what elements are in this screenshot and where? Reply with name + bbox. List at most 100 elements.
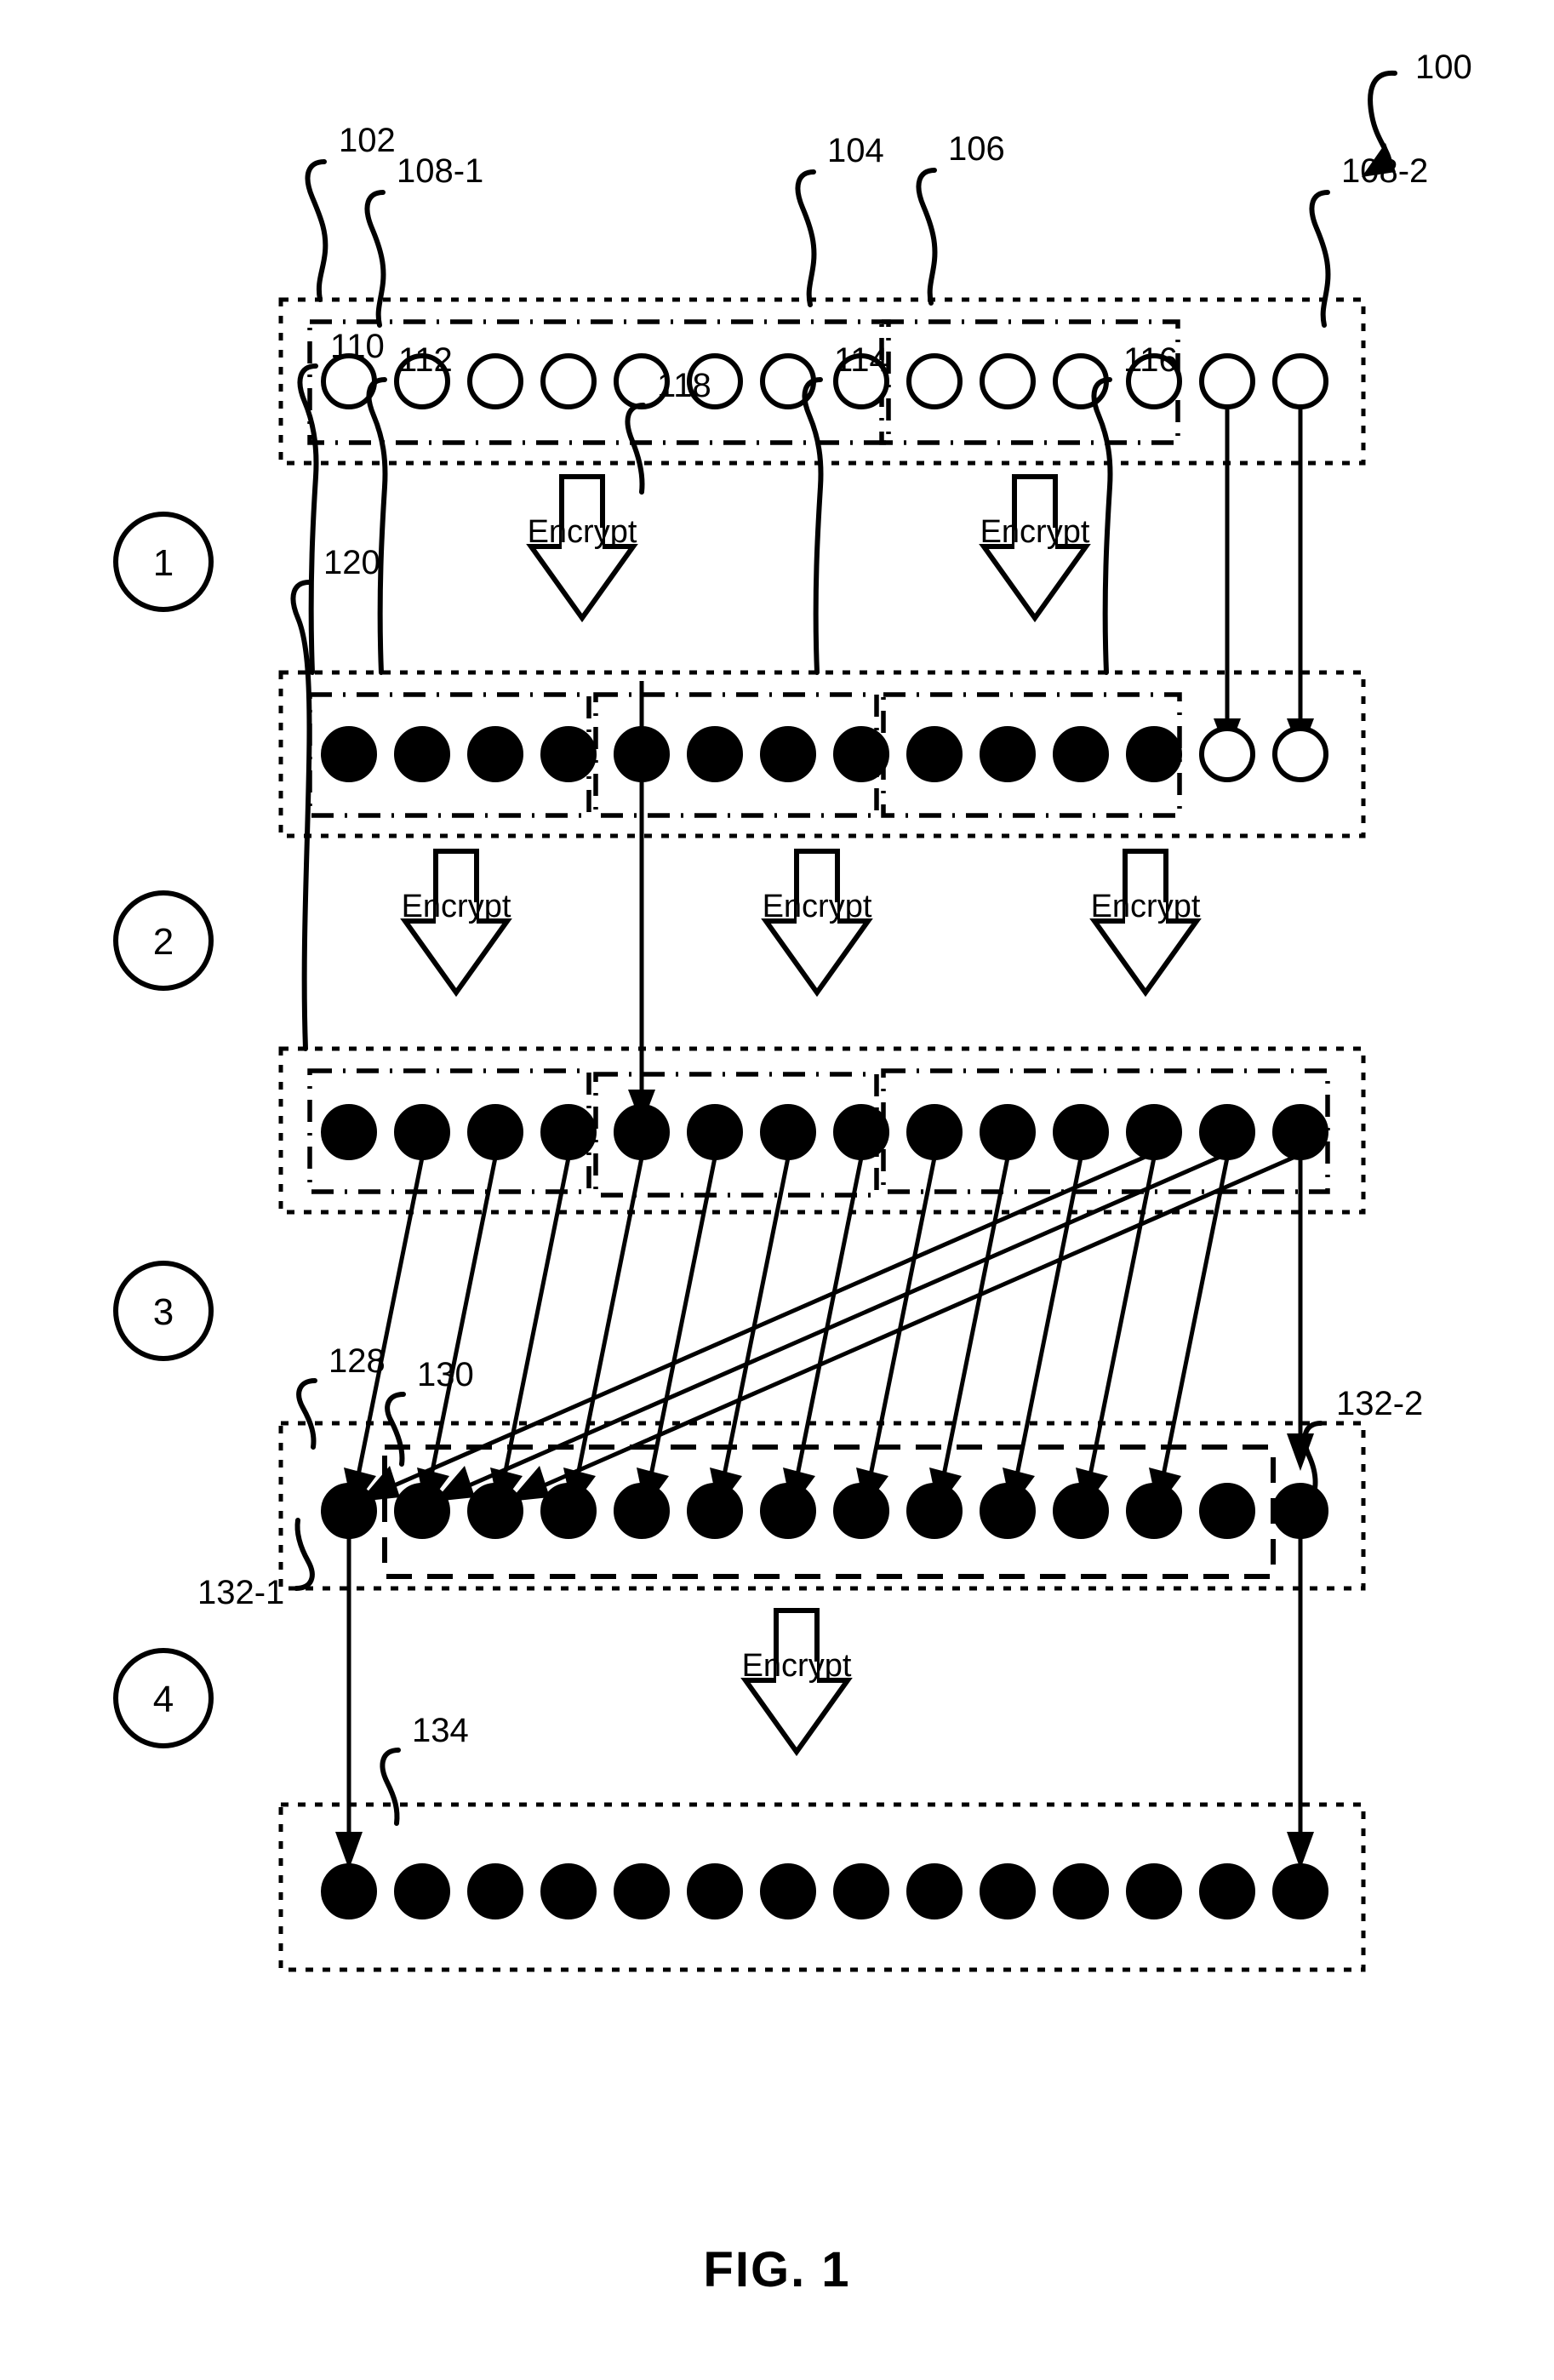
cell-stage1-1 bbox=[321, 726, 377, 782]
encrypt-arrow-1-left: Encrypt bbox=[526, 474, 638, 623]
permutation-connectors bbox=[344, 1153, 1314, 1508]
ref-label-118: 118 bbox=[657, 367, 711, 404]
cell-final-9 bbox=[906, 1863, 963, 1919]
step-marker-4: 4 bbox=[113, 1648, 214, 1748]
encrypt-arrow-2-mid: Encrypt bbox=[761, 849, 873, 998]
ref-label-120: 120 bbox=[323, 544, 380, 581]
ref-label-102: 102 bbox=[339, 122, 396, 159]
encrypt-arrow-2-right-label: Encrypt bbox=[1091, 889, 1201, 924]
ref-label-100: 100 bbox=[1415, 49, 1472, 86]
cell-permuted-13 bbox=[1199, 1483, 1255, 1539]
ref-label-134: 134 bbox=[412, 1712, 469, 1749]
cell-permuted-11 bbox=[1053, 1483, 1109, 1539]
cell-stage1-11 bbox=[1053, 726, 1109, 782]
ref-callout-104: 104 bbox=[795, 132, 884, 307]
cell-stage2-8 bbox=[833, 1104, 889, 1160]
step-label-4: 4 bbox=[153, 1679, 174, 1720]
encrypt-arrow-4-center-label: Encrypt bbox=[742, 1648, 852, 1684]
cell-final-7 bbox=[760, 1863, 816, 1919]
ref-label-110: 110 bbox=[330, 328, 385, 365]
cell-stage2-11 bbox=[1053, 1104, 1109, 1160]
cell-permuted-12 bbox=[1126, 1483, 1182, 1539]
cell-permuted-10 bbox=[980, 1483, 1036, 1539]
step-marker-1: 1 bbox=[113, 512, 214, 612]
cell-stage1-2 bbox=[394, 726, 450, 782]
ref-label-132-2: 132-2 bbox=[1336, 1385, 1423, 1422]
cell-plaintext-9 bbox=[906, 353, 963, 409]
cell-stage1-3 bbox=[467, 726, 523, 782]
cell-stage1-14 bbox=[1272, 726, 1328, 782]
cell-stage1-4 bbox=[540, 726, 597, 782]
cell-stage2-9 bbox=[906, 1104, 963, 1160]
cell-stage2-13 bbox=[1199, 1104, 1255, 1160]
cell-final-5 bbox=[614, 1863, 670, 1919]
passthrough-arrows-stage1 bbox=[1214, 407, 1314, 754]
ref-callout-120: 120 bbox=[290, 544, 380, 1051]
cell-final-2 bbox=[394, 1863, 450, 1919]
figure-canvas: 100 102 108-1 104 106 108-2 1 Encrypt En… bbox=[113, 49, 1472, 2297]
ref-label-128: 128 bbox=[329, 1342, 386, 1380]
step-label-2: 2 bbox=[153, 921, 174, 963]
cell-final-14 bbox=[1272, 1863, 1328, 1919]
cell-stage2-10 bbox=[980, 1104, 1036, 1160]
cell-permuted-6 bbox=[687, 1483, 743, 1539]
step-label-1: 1 bbox=[153, 542, 174, 584]
encrypt-arrow-2-mid-label: Encrypt bbox=[763, 889, 872, 924]
cell-final-8 bbox=[833, 1863, 889, 1919]
cell-final-11 bbox=[1053, 1863, 1109, 1919]
cell-stage1-10 bbox=[980, 726, 1036, 782]
ref-label-130: 130 bbox=[417, 1356, 474, 1393]
step-marker-2: 2 bbox=[113, 890, 214, 991]
cell-plaintext-10 bbox=[980, 353, 1036, 409]
ref-label-106: 106 bbox=[948, 130, 1005, 168]
cell-stage1-13 bbox=[1199, 726, 1255, 782]
step-label-3: 3 bbox=[153, 1291, 174, 1333]
cell-final-6 bbox=[687, 1863, 743, 1919]
cell-final-13 bbox=[1199, 1863, 1255, 1919]
cell-permuted-7 bbox=[760, 1483, 816, 1539]
patent-figure-root: 100 102 108-1 104 106 108-2 1 Encrypt En… bbox=[0, 0, 1554, 2380]
cell-permuted-3 bbox=[467, 1483, 523, 1539]
row-final-group: 134 bbox=[278, 1712, 1366, 1972]
encrypt-arrow-1-left-label: Encrypt bbox=[528, 514, 637, 550]
cell-stage2-6 bbox=[687, 1104, 743, 1160]
cell-stage2-5 bbox=[614, 1104, 670, 1160]
ref-callout-108-2: 108-2 bbox=[1309, 152, 1428, 328]
cell-plaintext-14 bbox=[1272, 353, 1328, 409]
cell-permuted-4 bbox=[540, 1483, 597, 1539]
cell-final-1 bbox=[321, 1863, 377, 1919]
cell-permuted-1 bbox=[321, 1483, 377, 1539]
cell-stage2-4 bbox=[540, 1104, 597, 1160]
encrypt-arrow-1-right-label: Encrypt bbox=[980, 514, 1090, 550]
ref-label-114: 114 bbox=[834, 341, 888, 379]
cell-stage2-7 bbox=[760, 1104, 816, 1160]
cell-plaintext-13 bbox=[1199, 353, 1255, 409]
cell-permuted-5 bbox=[614, 1483, 670, 1539]
cell-permuted-14 bbox=[1272, 1483, 1328, 1539]
row-plaintext-group: 102 108-1 104 106 108-2 bbox=[278, 122, 1428, 466]
ref-label-116: 116 bbox=[1123, 341, 1178, 379]
cell-final-3 bbox=[467, 1863, 523, 1919]
step-marker-3: 3 bbox=[113, 1261, 214, 1361]
cell-stage2-1 bbox=[321, 1104, 377, 1160]
encrypt-arrow-2-right: Encrypt bbox=[1089, 849, 1202, 998]
figure-caption: FIG. 1 bbox=[703, 2242, 850, 2297]
ref-callout-132-1: 132-1 bbox=[197, 1518, 315, 1611]
cell-plaintext-3 bbox=[467, 353, 523, 409]
cell-permuted-8 bbox=[833, 1483, 889, 1539]
row-stage1-group: 110 112 114 116 bbox=[278, 328, 1366, 838]
encrypt-arrow-4-center: Encrypt bbox=[740, 1608, 853, 1757]
cell-final-4 bbox=[540, 1863, 597, 1919]
cell-stage1-8 bbox=[833, 726, 889, 782]
cell-stage1-7 bbox=[760, 726, 816, 782]
cell-stage2-14 bbox=[1272, 1104, 1328, 1160]
cell-stage2-12 bbox=[1126, 1104, 1182, 1160]
ref-label-104: 104 bbox=[827, 132, 884, 169]
cell-permuted-9 bbox=[906, 1483, 963, 1539]
ref-callout-106: 106 bbox=[916, 130, 1005, 306]
cell-final-12 bbox=[1126, 1863, 1182, 1919]
cell-stage2-2 bbox=[394, 1104, 450, 1160]
encrypt-arrow-2-left-label: Encrypt bbox=[402, 889, 511, 924]
ref-label-108-2: 108-2 bbox=[1341, 152, 1428, 190]
cell-stage2-3 bbox=[467, 1104, 523, 1160]
